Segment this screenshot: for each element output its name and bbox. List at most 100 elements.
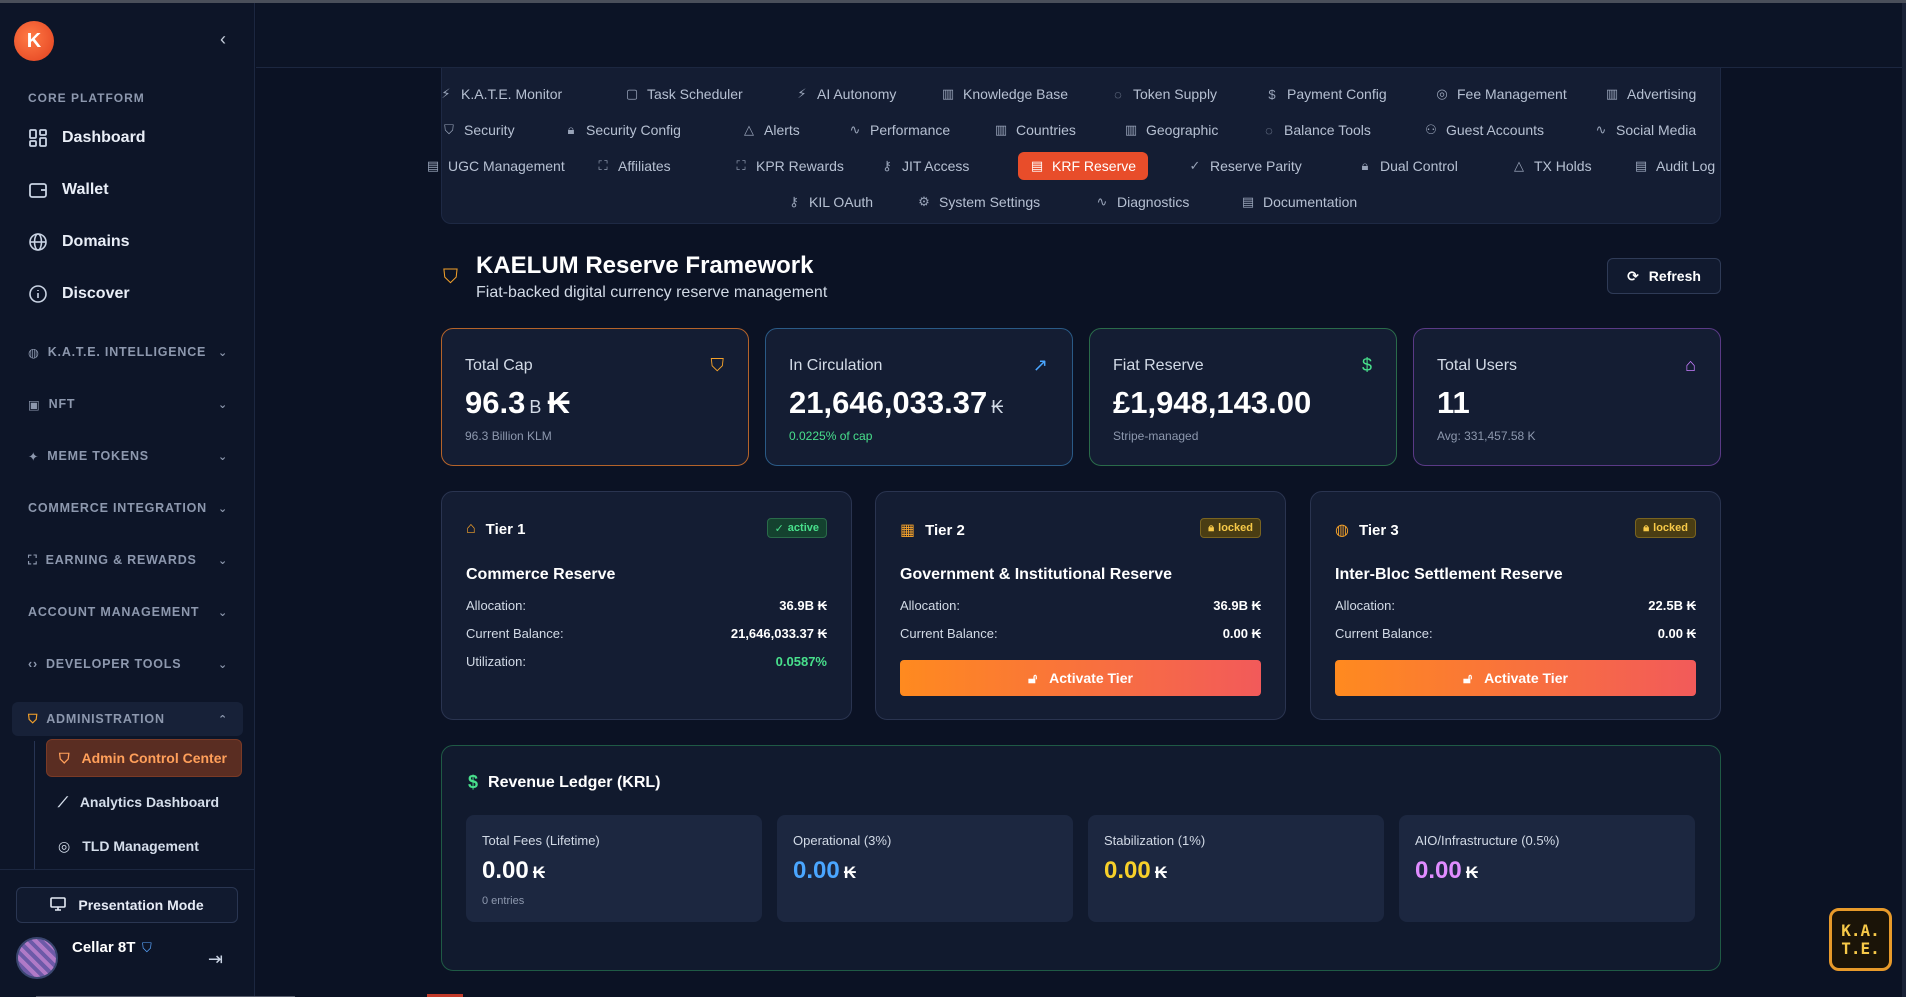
tab-icon: ⚙ [918,194,930,209]
sidebar-item-wallet[interactable]: Wallet [28,173,238,207]
tab-token-supply[interactable]: ◌ Token Supply [1111,80,1217,108]
sidebar-item-label: Wallet [62,181,109,198]
tab-icon: ⛉ [444,122,454,137]
tab-icon: ⚡ [441,86,451,101]
trend-icon: ⟋ [58,793,68,810]
check-circle-icon: ✓ [774,522,784,535]
tier-balance-row: Current Balance: 0.00 ₭ [900,626,1261,641]
tab-affiliates[interactable]: ⛶ Affiliates [596,152,671,180]
dollar-icon: $ [468,772,479,792]
tab-diagnostics[interactable]: ∿ Diagnostics [1095,188,1190,216]
tab-ugc-management[interactable]: ▤ UGC Management [426,152,565,180]
refresh-button[interactable]: ⟳ Refresh [1607,258,1721,294]
tab-countries[interactable]: ▥ Countries [994,116,1076,144]
tab-label: Balance Tools [1284,122,1371,138]
stat-subtext: Avg: 331,457.58 K [1437,429,1536,443]
tab-geographic[interactable]: ▥ Geographic [1124,116,1219,144]
sidebar-item-label: Analytics Dashboard [79,794,220,810]
sidebar-group-commerce-integration[interactable]: COMMERCE INTEGRATION ⌄ [28,493,228,523]
chevron-down-icon: ⌄ [217,346,228,359]
tier-header: ⌂ Tier 1 [466,520,526,538]
tab-kil-oauth[interactable]: ⚷ KIL OAuth [787,188,873,216]
sidebar-group-developer-tools[interactable]: ‹› DEVELOPER TOOLS ⌄ [28,649,228,679]
tab-performance[interactable]: ∿ Performance [848,116,951,144]
tab-guest-accounts[interactable]: ⚇ Guest Accounts [1424,116,1544,144]
tab-alerts[interactable]: △ Alerts [742,116,800,144]
image-icon: ▣ [28,397,41,412]
tab-label: Security Config [586,122,681,138]
avatar[interactable] [16,937,58,979]
stat-subtext: Stripe-managed [1113,429,1199,443]
tab-reserve-parity[interactable]: ✓ Reserve Parity [1188,152,1302,180]
activate-tier-3-button[interactable]: 🔓︎ Activate Tier [1335,660,1696,696]
sidebar-item-domains[interactable]: Domains [28,225,238,259]
tab-audit-log[interactable]: ▤ Audit Log [1634,152,1715,180]
tab-label: Documentation [1263,194,1358,210]
tab-documentation[interactable]: ▤ Documentation [1241,188,1357,216]
tab-k-a-t-e-monitor[interactable]: ⚡ K.A.T.E. Monitor [439,80,562,108]
sidebar-item-tld-management[interactable]: ◎ TLD Management [46,827,242,865]
stat-value: 21,646,033.37 ₭ [789,385,1004,420]
status-badge: 🔒︎ locked [1200,518,1261,538]
sidebar-group-earning-rewards[interactable]: ⛶ EARNING & REWARDS ⌄ [28,545,228,575]
activate-tier-2-button[interactable]: 🔓︎ Activate Tier [900,660,1261,696]
tab-label: Guest Accounts [1446,122,1545,138]
tab-system-settings[interactable]: ⚙ System Settings [917,188,1040,216]
kate-assistant-button[interactable]: K.A. T.E. [1829,908,1892,971]
tab-payment-config[interactable]: $ Payment Config [1265,80,1386,108]
presentation-mode-label: Presentation Mode [78,897,204,913]
tab-task-scheduler[interactable]: ▢ Task Scheduler [625,80,743,108]
stat-label: In Circulation [789,357,883,374]
sidebar-group-meme-tokens[interactable]: ✦ MEME TOKENS ⌄ [28,441,228,471]
tab-icon: ▥ [1124,122,1138,137]
ledger-value: 0.00 ₭ [1415,857,1478,884]
ledger-box-operational: Operational (3%) 0.00 ₭ [777,815,1073,922]
sidebar-group-administration[interactable]: ⛉ ADMINISTRATION ⌃ [28,704,228,734]
tab-label: KRF Reserve [1052,158,1137,174]
vertical-scrollbar[interactable] [1902,3,1906,997]
group-label: NFT [48,397,76,411]
tab-social-media[interactable]: ∿ Social Media [1594,116,1697,144]
tab-label: Affiliates [618,158,671,174]
tab-tx-holds[interactable]: △ TX Holds [1512,152,1592,180]
logout-icon[interactable]: ⇥ [208,949,230,971]
presentation-mode-button[interactable]: Presentation Mode [16,887,238,923]
monitor-icon [50,896,67,914]
group-label: DEVELOPER TOOLS [45,657,182,671]
ledger-value: 0.00 ₭ [482,857,545,884]
sidebar-group-account-management[interactable]: ACCOUNT MANAGEMENT ⌄ [28,597,228,627]
tab-label: KPR Rewards [756,158,844,174]
tab-ai-autonomy[interactable]: ⚡ AI Autonomy [795,80,896,108]
collapse-sidebar-icon[interactable]: ‹ [213,29,233,49]
sidebar-item-discover[interactable]: Discover [28,277,238,311]
sidebar: K ‹ CORE PLATFORM Dashboard Wallet Domai… [0,3,295,997]
tab-icon: ⛶ [598,158,608,173]
app-logo[interactable]: K [14,21,54,61]
ledger-label: Operational (3%) [793,833,892,848]
sidebar-group-kate-intelligence[interactable]: ◍ K.A.T.E. INTELLIGENCE ⌄ [28,337,228,367]
tab-advertising[interactable]: ▥ Advertising [1605,80,1696,108]
sidebar-item-dashboard[interactable]: Dashboard [28,121,238,155]
sidebar-item-analytics-dashboard[interactable]: ⟋ Analytics Dashboard [46,783,242,821]
tab-icon: ▢ [625,86,639,101]
chevron-up-icon: ⌃ [217,713,228,726]
building-icon: ▦ [900,522,916,539]
tier-balance-row: Current Balance: 21,646,033.37 ₭ [466,626,827,641]
verified-icon: ⛉ [142,940,152,955]
tab-label: K.A.T.E. Monitor [461,86,563,102]
tab-balance-tools[interactable]: ◌ Balance Tools [1262,116,1371,144]
dollar-icon: $ [1361,355,1372,375]
tab-security[interactable]: ⛉ Security [442,116,514,144]
sidebar-group-nft[interactable]: ▣ NFT ⌄ [28,389,228,419]
tab-dual-control[interactable]: 🔒︎ Dual Control [1358,152,1458,180]
tab-jit-access[interactable]: ⚷ JIT Access [880,152,969,180]
tab-icon: △ [744,122,754,137]
tab-security-config[interactable]: 🔒︎ Security Config [564,116,681,144]
tab-fee-management[interactable]: ◎ Fee Management [1435,80,1566,108]
tab-knowledge-base[interactable]: ▥ Knowledge Base [941,80,1068,108]
tab-kpr-rewards[interactable]: ⛶ KPR Rewards [734,152,844,180]
sidebar-item-admin-control-center[interactable]: ⛉ Admin Control Center [46,739,242,777]
refresh-icon: ⟳ [1627,267,1639,284]
tab-krf-reserve[interactable]: ▤ KRF Reserve [1018,152,1149,180]
info-icon [28,284,48,304]
